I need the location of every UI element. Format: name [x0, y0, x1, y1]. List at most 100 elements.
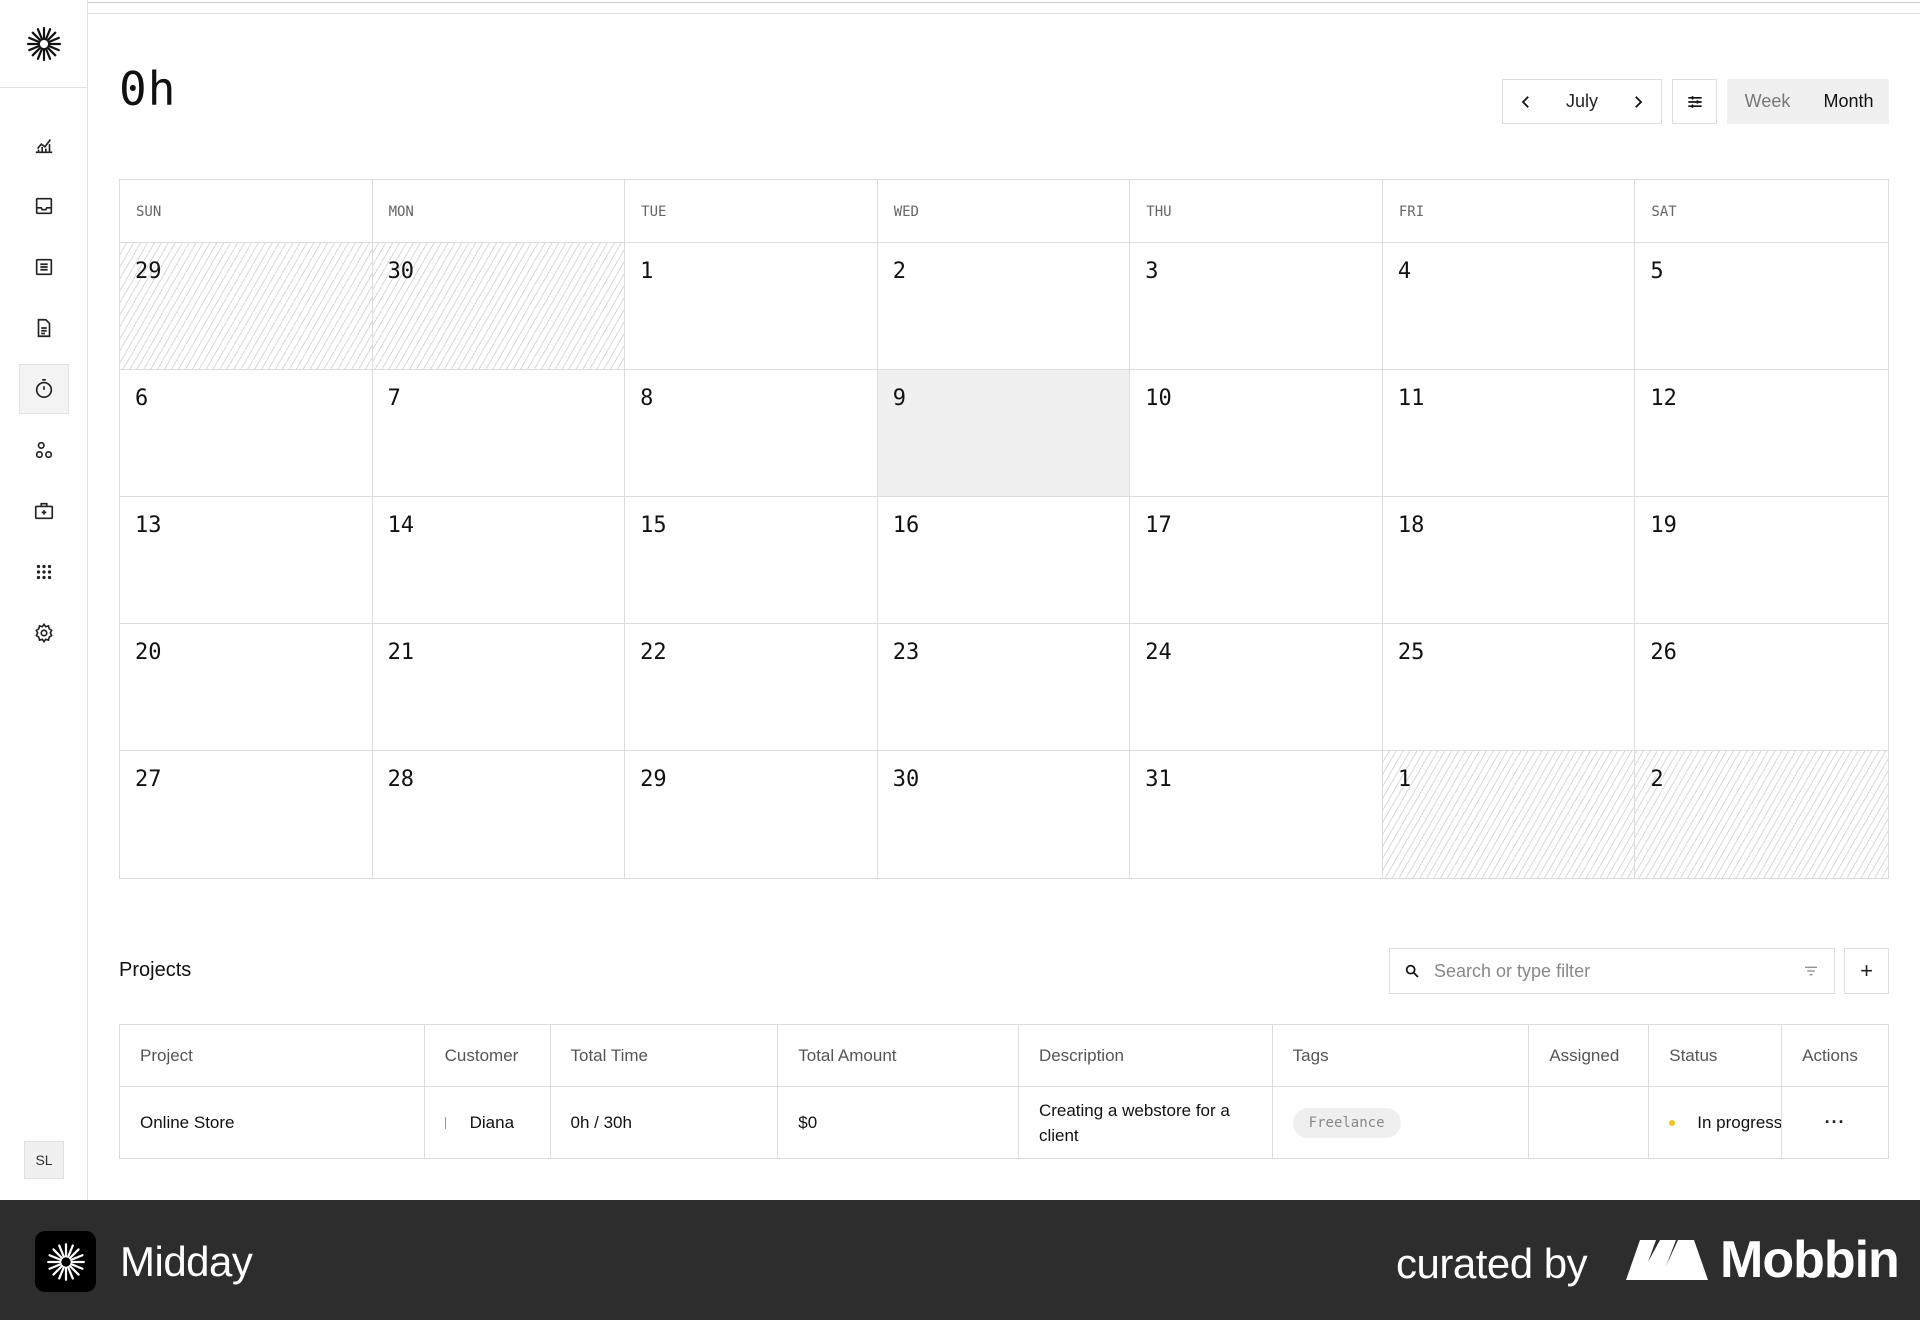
sidebar-item-tracker[interactable]: [19, 364, 69, 414]
calendar-day[interactable]: 20: [120, 624, 373, 751]
sidebar-item-transactions[interactable]: [19, 242, 69, 292]
calendar-day[interactable]: 1: [1382, 751, 1636, 878]
sidebar: SL: [0, 0, 88, 1200]
project-description: Creating a webstore for a client: [1038, 1100, 1230, 1145]
weekday-label: SAT: [1651, 204, 1677, 220]
calendar-day[interactable]: 15: [625, 497, 878, 624]
total-hours: 0h: [119, 62, 177, 116]
weekday-label: MON: [373, 180, 626, 242]
assigned-cell: [1529, 1087, 1650, 1158]
calendar-day[interactable]: 14: [372, 497, 626, 624]
calendar-day[interactable]: 29: [625, 751, 878, 878]
sliders-icon: [1687, 95, 1702, 108]
invoice-icon: [37, 318, 51, 338]
sidebar-item-invoices[interactable]: [19, 303, 69, 353]
weekday-label: FRI: [1383, 180, 1636, 242]
projects-table: Project Customer Total Time Total Amount…: [119, 1024, 1889, 1159]
projects-title: Projects: [119, 959, 192, 981]
view-toggle: Week Month: [1727, 79, 1889, 124]
filter-icon[interactable]: [1802, 962, 1820, 980]
tags-cell: Freelance: [1273, 1087, 1530, 1158]
week-view-option[interactable]: Week: [1727, 91, 1808, 112]
more-actions-button[interactable]: ···: [1825, 1112, 1846, 1133]
status-cell: In progress: [1649, 1087, 1783, 1158]
calendar-day[interactable]: 12: [1635, 370, 1888, 497]
calendar-day[interactable]: 28: [373, 751, 626, 878]
add-project-button[interactable]: +: [1844, 948, 1889, 994]
column-header-assigned[interactable]: Assigned: [1529, 1025, 1650, 1086]
sidebar-item-customers[interactable]: [19, 425, 69, 475]
inbox-icon: [35, 197, 53, 215]
total-time: 0h / 30h: [551, 1087, 779, 1158]
column-header-status[interactable]: Status: [1649, 1025, 1783, 1086]
calendar-day[interactable]: 9: [877, 370, 1131, 497]
next-month-button[interactable]: [1627, 91, 1649, 113]
month-view-option[interactable]: Month: [1808, 91, 1889, 112]
column-header-customer[interactable]: Customer: [425, 1025, 551, 1086]
calendar-day[interactable]: 17: [1130, 497, 1383, 624]
table-row[interactable]: Online Store Diana 0h / 30h $0 Creating …: [120, 1087, 1888, 1158]
customers-icon: [35, 441, 53, 459]
customer-cell: Diana: [425, 1087, 551, 1158]
calendar-day[interactable]: 6: [120, 370, 373, 497]
sidebar-item-settings[interactable]: [19, 608, 69, 658]
calendar-day[interactable]: 11: [1382, 370, 1636, 497]
user-avatar[interactable]: SL: [24, 1141, 64, 1179]
weekday-label: THU: [1130, 180, 1383, 242]
column-header-total-amount[interactable]: Total Amount: [778, 1025, 1019, 1086]
apps-icon: [36, 564, 52, 580]
calendar-day[interactable]: 31: [1130, 751, 1383, 878]
footer-app-name: Midday: [120, 1238, 253, 1285]
vault-icon: [34, 502, 54, 520]
sidebar-item-apps[interactable]: [19, 547, 69, 597]
calendar-day[interactable]: 29: [120, 243, 373, 370]
column-header-project[interactable]: Project: [120, 1025, 425, 1086]
calendar-day[interactable]: 22: [625, 624, 878, 751]
midday-logo-icon: [46, 1242, 85, 1281]
calendar-day[interactable]: 13: [120, 497, 373, 624]
footer-app-logo: [35, 1231, 96, 1292]
project-name: Online Store: [120, 1087, 425, 1158]
app-logo[interactable]: [0, 0, 88, 88]
tag-badge: Freelance: [1292, 1107, 1401, 1138]
calendar-day[interactable]: 18: [1382, 497, 1636, 624]
calendar-day[interactable]: 1: [625, 243, 878, 370]
chevron-left-icon: [1521, 95, 1529, 108]
actions-cell: ···: [1782, 1087, 1888, 1158]
calendar-day[interactable]: 21: [372, 624, 626, 751]
footer-brand: Mobbin: [1720, 1231, 1900, 1289]
sidebar-item-inbox[interactable]: [19, 181, 69, 231]
weekday-label: TUE: [625, 180, 878, 242]
calendar-day[interactable]: 27: [120, 751, 373, 878]
calendar-day[interactable]: 2: [1635, 751, 1888, 878]
chart-icon: [35, 139, 53, 154]
column-header-tags[interactable]: Tags: [1273, 1025, 1530, 1086]
calendar-day[interactable]: 26: [1635, 624, 1888, 751]
midday-logo-icon: [26, 26, 62, 61]
column-header-description[interactable]: Description: [1019, 1025, 1273, 1086]
calendar-day[interactable]: 5: [1635, 243, 1888, 370]
prev-month-button[interactable]: [1515, 91, 1537, 113]
calendar-day[interactable]: 19: [1635, 497, 1888, 624]
calendar-day[interactable]: 24: [1130, 624, 1383, 751]
transactions-icon: [35, 258, 53, 276]
calendar-day[interactable]: 10: [1130, 370, 1383, 497]
calendar-day[interactable]: 23: [877, 624, 1131, 751]
gear-icon: [35, 622, 53, 644]
calendar-day[interactable]: 30: [878, 751, 1131, 878]
sidebar-item-overview[interactable]: [19, 120, 69, 170]
calendar-day[interactable]: 25: [1382, 624, 1636, 751]
status-dot-icon: [1669, 1119, 1676, 1126]
calendar-day[interactable]: 7: [372, 370, 626, 497]
chevron-right-icon: [1635, 95, 1643, 108]
calendar-day[interactable]: 30: [372, 243, 626, 370]
calendar-day[interactable]: 3: [1130, 243, 1383, 370]
search-input[interactable]: [1434, 960, 1802, 982]
calendar-day[interactable]: 8: [625, 370, 878, 497]
sidebar-item-vault[interactable]: [19, 486, 69, 536]
column-header-total-time[interactable]: Total Time: [551, 1025, 779, 1086]
calendar-day[interactable]: 2: [877, 243, 1131, 370]
calendar-settings-button[interactable]: [1672, 79, 1717, 124]
calendar-day[interactable]: 16: [877, 497, 1131, 624]
calendar-day[interactable]: 4: [1382, 243, 1636, 370]
